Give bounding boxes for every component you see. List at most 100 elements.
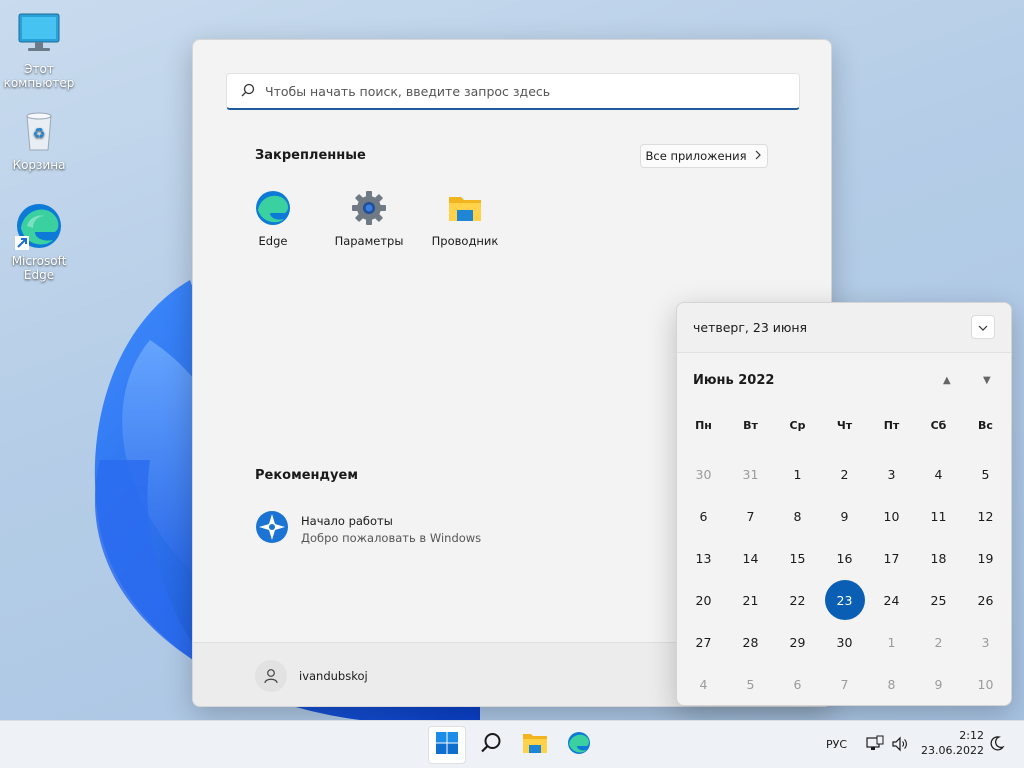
calendar-day[interactable]: 10 — [962, 663, 1009, 705]
volume-icon[interactable] — [891, 735, 909, 757]
calendar-day-today[interactable]: 23 — [821, 579, 868, 621]
taskbar-edge-button[interactable] — [560, 726, 598, 764]
calendar-day-number: 8 — [887, 676, 896, 692]
calendar-day-number: 6 — [793, 676, 802, 692]
calendar-day-number: 2 — [934, 634, 943, 650]
calendar-day[interactable]: 6 — [680, 495, 727, 537]
calendar-day[interactable]: 9 — [821, 495, 868, 537]
calendar-day[interactable]: 26 — [962, 579, 1009, 621]
calendar-month-label: Июнь 2022 — [693, 373, 775, 388]
calendar-day[interactable]: 14 — [727, 537, 774, 579]
calendar-day[interactable]: 20 — [680, 579, 727, 621]
previous-month-button[interactable]: ▲ — [943, 375, 951, 386]
calendar-day[interactable]: 30 — [680, 453, 727, 495]
calendar-day[interactable]: 17 — [868, 537, 915, 579]
calendar-day-number: 23 — [824, 580, 865, 620]
calendar-day[interactable]: 28 — [727, 621, 774, 663]
calendar-day[interactable]: 21 — [727, 579, 774, 621]
desktop-icon-label-line1: Этот — [24, 62, 54, 76]
calendar-day[interactable]: 8 — [774, 495, 821, 537]
next-month-button[interactable]: ▼ — [983, 375, 991, 386]
calendar-day-number: 26 — [977, 592, 994, 608]
weekday-header: Пн — [695, 418, 712, 432]
clock[interactable]: 2:12 23.06.2022 — [918, 728, 984, 758]
desktop-icon-recycle-bin[interactable]: ♻ Корзина — [1, 106, 77, 172]
pinned-section-title: Закрепленные — [255, 148, 366, 163]
calendar-day[interactable]: 10 — [868, 495, 915, 537]
calendar-day[interactable]: 1 — [774, 453, 821, 495]
notifications-icon[interactable] — [989, 735, 1005, 755]
calendar-day[interactable]: 19 — [962, 537, 1009, 579]
pinned-app-file-explorer[interactable]: Проводник — [420, 190, 510, 248]
calendar-day[interactable]: 7 — [821, 663, 868, 705]
calendar-day[interactable]: 1 — [868, 621, 915, 663]
calendar-day[interactable]: 15 — [774, 537, 821, 579]
calendar-day[interactable]: 16 — [821, 537, 868, 579]
pinned-app-settings[interactable]: Параметры — [324, 190, 414, 248]
calendar-day-number: 17 — [883, 550, 900, 566]
calendar-day[interactable]: 24 — [868, 579, 915, 621]
weekday-header: Пт — [883, 418, 900, 432]
monitor-icon — [15, 10, 63, 58]
search-input[interactable] — [265, 83, 799, 99]
folder-icon — [447, 190, 483, 226]
recommended-item-get-started[interactable]: Начало работы Добро пожаловать в Windows — [255, 510, 481, 548]
calendar-day[interactable]: 11 — [915, 495, 962, 537]
taskbar-search-button[interactable] — [472, 726, 510, 764]
calendar-day-number: 8 — [793, 508, 802, 524]
all-apps-label: Все приложения — [645, 149, 747, 163]
taskbar-file-explorer-button[interactable] — [516, 726, 554, 764]
calendar-day-number: 28 — [742, 634, 759, 650]
calendar-day[interactable]: 6 — [774, 663, 821, 705]
calendar-day[interactable]: 12 — [962, 495, 1009, 537]
start-search-box[interactable] — [226, 73, 800, 110]
desktop-icon-microsoft-edge[interactable]: Microsoft Edge — [1, 202, 77, 282]
all-apps-button[interactable]: Все приложения — [640, 144, 768, 168]
calendar-collapse-button[interactable] — [971, 315, 995, 339]
edge-icon — [15, 202, 63, 250]
network-icon[interactable] — [866, 735, 884, 757]
clock-time: 2:12 — [959, 729, 984, 742]
user-account-button[interactable]: ivandubskoj — [255, 660, 368, 692]
calendar-day[interactable]: 2 — [821, 453, 868, 495]
desktop-icon-label-line1: Microsoft — [11, 254, 67, 268]
calendar-day-number: 29 — [789, 634, 806, 650]
calendar-day[interactable]: 18 — [915, 537, 962, 579]
taskbar-start-button[interactable] — [428, 726, 466, 764]
calendar-day[interactable]: 27 — [680, 621, 727, 663]
search-icon — [241, 82, 255, 101]
calendar-day[interactable]: 13 — [680, 537, 727, 579]
calendar-day-number: 9 — [840, 508, 849, 524]
calendar-day[interactable]: 3 — [962, 621, 1009, 663]
calendar-day[interactable]: 5 — [727, 663, 774, 705]
calendar-day-number: 1 — [793, 466, 802, 482]
weekday-header: Чт — [836, 418, 853, 432]
pinned-app-edge[interactable]: Edge — [228, 190, 318, 248]
calendar-day[interactable]: 4 — [680, 663, 727, 705]
calendar-flyout: четверг, 23 июня Июнь 2022 ▲ ▼ Пн Вт Ср Чт П… — [676, 302, 1012, 706]
calendar-day[interactable]: 2 — [915, 621, 962, 663]
calendar-day[interactable]: 8 — [868, 663, 915, 705]
calendar-day-number: 16 — [836, 550, 853, 566]
calendar-day-number: 5 — [981, 466, 990, 482]
calendar-day[interactable]: 7 — [727, 495, 774, 537]
calendar-day[interactable]: 4 — [915, 453, 962, 495]
gear-icon — [351, 190, 387, 226]
recommended-item-subtitle: Добро пожаловать в Windows — [301, 530, 482, 545]
calendar-day[interactable]: 3 — [868, 453, 915, 495]
calendar-day[interactable]: 5 — [962, 453, 1009, 495]
pinned-app-label: Параметры — [334, 234, 404, 248]
calendar-day-number: 4 — [699, 676, 708, 692]
calendar-day-number: 18 — [930, 550, 947, 566]
calendar-day[interactable]: 25 — [915, 579, 962, 621]
calendar-day[interactable]: 31 — [727, 453, 774, 495]
calendar-day[interactable]: 29 — [774, 621, 821, 663]
calendar-day-number: 25 — [930, 592, 947, 608]
calendar-day[interactable]: 9 — [915, 663, 962, 705]
calendar-day-number: 5 — [746, 676, 755, 692]
calendar-day[interactable]: 30 — [821, 621, 868, 663]
calendar-day-number: 30 — [695, 466, 712, 482]
calendar-day[interactable]: 22 — [774, 579, 821, 621]
desktop-icon-this-pc[interactable]: Этот компьютер — [1, 10, 77, 90]
language-indicator[interactable]: РУС — [826, 738, 847, 751]
